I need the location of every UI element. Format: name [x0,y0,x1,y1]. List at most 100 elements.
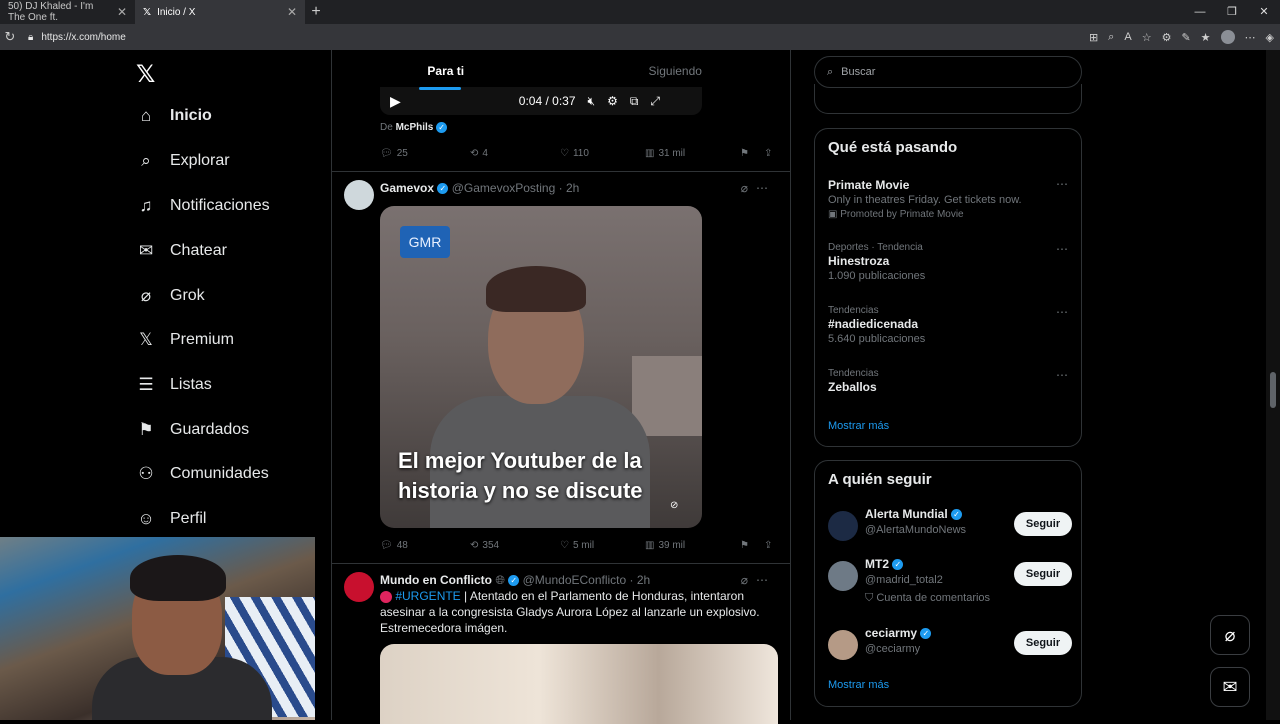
show-more-link[interactable]: Mostrar más [828,420,889,432]
captions-icon[interactable]: ⊘ [670,500,688,514]
more-icon[interactable]: ⋯ [756,181,776,195]
trend-item[interactable]: Tendencias Zeballos ⋯ [828,368,1068,394]
more-icon[interactable]: ⋯ [1245,31,1256,44]
repost-button[interactable]: ⟲ 4 [470,148,560,159]
share-button[interactable]: ⇪ [764,148,772,159]
post-image[interactable] [380,644,778,724]
trend-item[interactable]: Deportes · Tendencia Hinestroza 1.090 pu… [828,242,1068,282]
post-actions: 💬︎ 25 ⟲ 4 ♡ 110 ▥ 31 mil ⚑ ⇪ [380,145,780,161]
nav-explorar[interactable]: ⌕ Explorar [136,151,229,171]
globe-icon: 🌐︎ [495,573,505,587]
bookmark-button[interactable]: ⚑ [740,540,764,551]
more-icon[interactable]: ⋯ [1056,368,1068,382]
video-source: De McPhils ✓ [380,122,448,133]
views-button[interactable]: ▥ 39 mil [645,540,740,551]
like-button[interactable]: ♡ 110 [560,148,645,159]
verified-icon: ✓ [920,628,932,640]
hashtag-link[interactable]: #URGENTE [395,589,460,603]
play-icon[interactable]: ▶ [390,93,401,110]
apps-icon[interactable]: ⊞ [1089,31,1098,44]
repost-button[interactable]: ⟲ 354 [470,540,560,551]
scrollbar-thumb[interactable] [1270,372,1276,408]
search-icon: ⌕ [141,151,151,170]
follow-suggestion: Alerta Mundial ✓ @AlertaMundoNews Seguir [828,507,1072,547]
favorite-icon[interactable]: ☆ [1142,31,1152,44]
zoom-icon[interactable]: ⌕ [1108,31,1114,44]
author-name[interactable]: Mundo en Conflicto [380,573,492,587]
reply-icon: 💬︎ [380,539,393,551]
reply-button[interactable]: 💬︎ 25 [380,148,470,159]
nav-comunidades[interactable]: ⚇ Comunidades [136,464,268,484]
reload-icon[interactable]: ↻ [0,29,20,45]
bell-icon: ♫ [139,196,153,215]
maximize-icon[interactable]: ❐ [1216,0,1248,24]
fullscreen-icon[interactable]: ⤢ [650,94,660,109]
bookmark-button[interactable]: ⚑ [740,148,764,159]
nav-listas[interactable]: ☰ Listas [136,375,211,395]
author-name[interactable]: Gamevox [380,181,434,195]
grok-fab-button[interactable]: ⌀ [1210,615,1250,655]
avatar[interactable] [828,630,858,660]
more-icon[interactable]: ⋯ [1056,177,1068,191]
close-window-icon[interactable]: ✕ [1248,0,1280,24]
copilot-icon[interactable]: ◈ [1266,31,1274,44]
follow-button[interactable]: Seguir [1014,631,1072,655]
post-video[interactable]: GMR El mejor Youtuber de la historia y n… [380,206,702,528]
pip-icon[interactable]: ⧉ [630,94,639,109]
nav-grok[interactable]: ⌀ Grok [136,286,205,306]
profile-avatar[interactable] [1220,30,1235,44]
mute-icon[interactable]: 🔇︎ [588,94,596,109]
search-input[interactable]: ⌕ Buscar [814,56,1082,88]
extensions-icon[interactable]: ⚙ [1162,31,1172,44]
avatar[interactable] [344,180,374,210]
trend-item[interactable]: Tendencias #nadiedicenada 5.640 publicac… [828,305,1068,345]
read-aloud-icon[interactable]: A [1124,31,1131,43]
follow-title: A quién seguir [828,471,932,488]
avatar[interactable] [344,572,374,602]
tab-para-ti[interactable]: Para ti [331,50,561,92]
browser-tab[interactable]: 50) DJ Khaled - I'm The One ft. ✕ [0,0,135,24]
heart-icon: ♡ [560,147,569,159]
favorites-icon[interactable]: ★ [1201,31,1211,44]
verified-icon: ✓ [436,122,448,133]
share-button[interactable]: ⇪ [764,540,772,551]
nav-chatear[interactable]: ✉ Chatear [136,241,227,261]
views-button[interactable]: ▥ 31 mil [645,148,740,159]
author-handle[interactable]: @MundoEConflicto [523,573,627,587]
follow-button[interactable]: Seguir [1014,512,1072,536]
messages-fab-button[interactable]: ✉ [1210,667,1250,707]
x-icon: 𝕏 [139,330,153,349]
author-handle[interactable]: @GamevoxPosting [452,181,556,195]
close-icon[interactable]: ✕ [117,5,127,19]
settings-icon[interactable]: ⚙ [607,94,618,108]
grok-icon[interactable]: ⌀ [741,181,756,195]
x-logo-icon[interactable]: 𝕏 [136,60,155,89]
nav-inicio[interactable]: ⌂ Inicio [136,106,212,126]
grok-icon[interactable]: ⌀ [741,573,756,587]
minimize-icon[interactable]: — [1184,0,1216,24]
more-icon[interactable]: ⋯ [1056,305,1068,319]
address-bar[interactable]: 🔒︎ https://x.com/home [28,32,126,43]
extension-icon[interactable]: ✎ [1181,31,1190,44]
trend-item[interactable]: Primate Movie Only in theatres Friday. G… [828,177,1068,220]
browser-tab-active[interactable]: 𝕏 Inicio / X ✕ [135,0,305,24]
follow-button[interactable]: Seguir [1014,562,1072,586]
nav-guardados[interactable]: ⚑ Guardados [136,420,249,440]
avatar[interactable] [828,561,858,591]
webcam-overlay [0,537,315,720]
more-icon[interactable]: ⋯ [1056,242,1068,256]
nav-premium[interactable]: 𝕏 Premium [136,330,234,350]
new-tab-icon[interactable]: + [305,3,327,21]
who-to-follow-panel: A quién seguir Alerta Mundial ✓ @AlertaM… [814,460,1082,707]
source-name[interactable]: McPhils [396,122,434,133]
tab-siguiendo[interactable]: Siguiendo [561,50,791,92]
scrollbar[interactable] [1266,50,1280,720]
nav-perfil[interactable]: ☺ Perfil [136,509,206,529]
like-button[interactable]: ♡ 5 mil [560,540,645,551]
avatar[interactable] [828,511,858,541]
nav-notificaciones[interactable]: ♫ Notificaciones [136,196,270,216]
close-icon[interactable]: ✕ [287,5,297,19]
reply-button[interactable]: 💬︎ 48 [380,540,470,551]
more-icon[interactable]: ⋯ [756,573,776,587]
show-more-link[interactable]: Mostrar más [828,679,889,691]
